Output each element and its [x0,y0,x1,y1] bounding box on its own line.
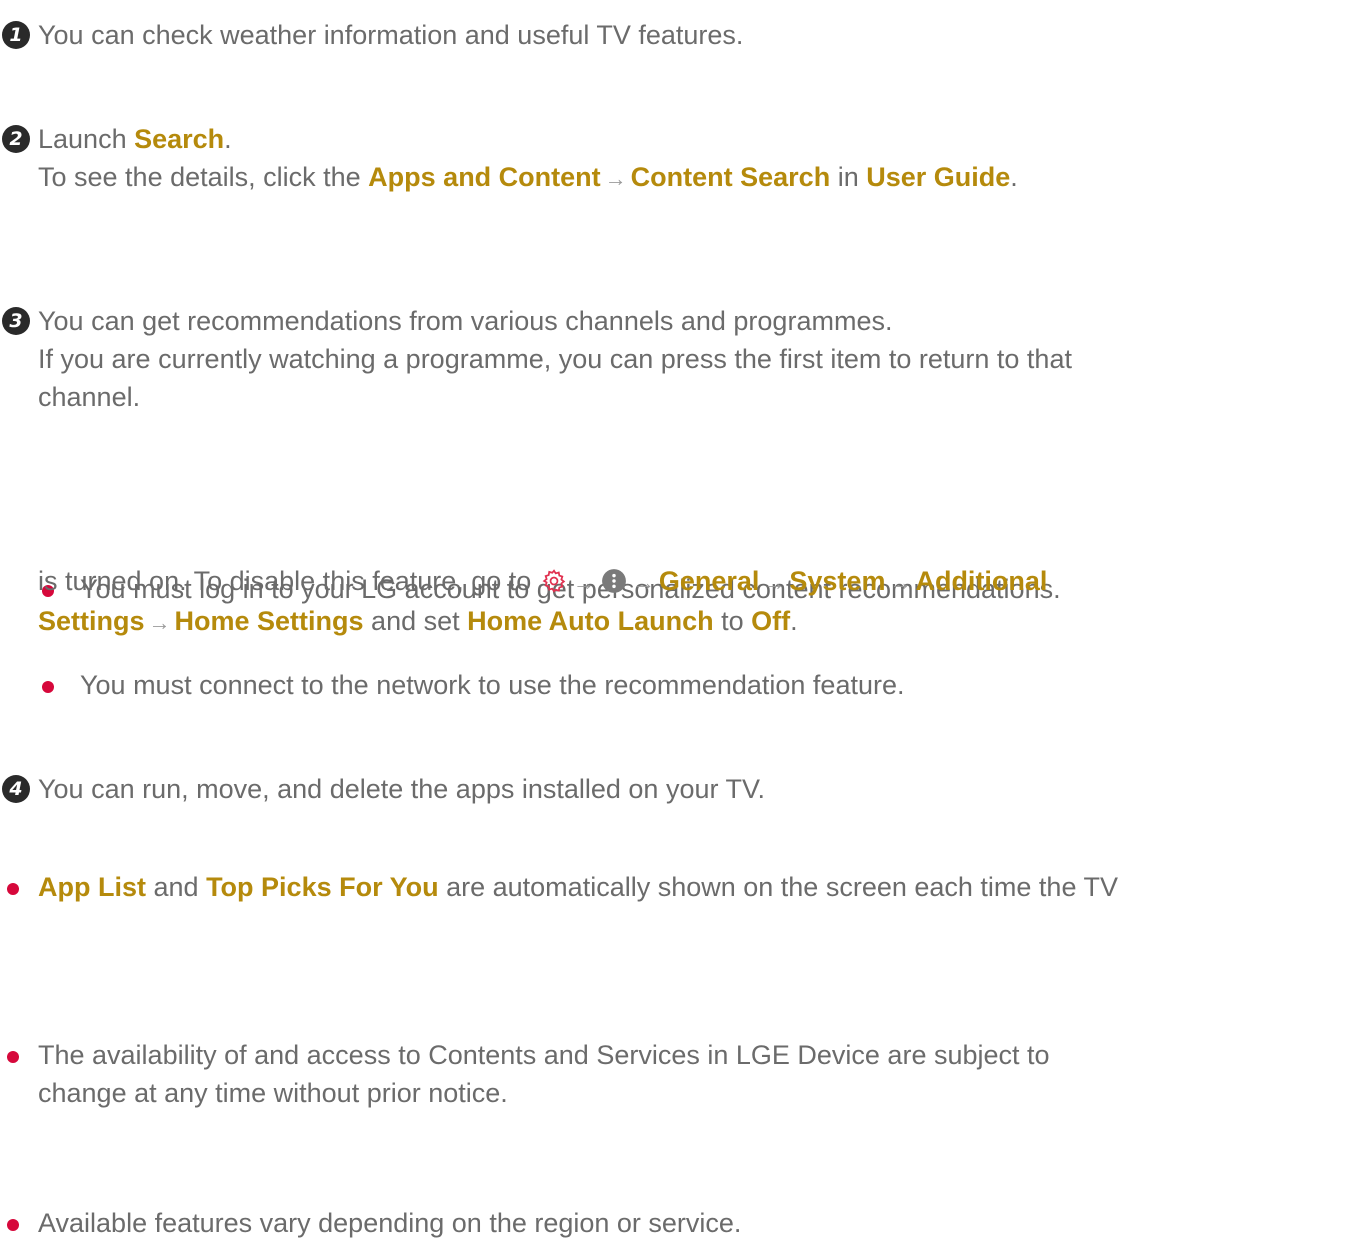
bullet-dot-icon [42,681,54,693]
settings-gear-icon [542,569,566,593]
note-3-text: Available features vary depending on the… [38,1208,742,1238]
more-dots-icon [601,569,626,593]
item-4: 4 You can run, move, and delete the apps… [0,770,1354,808]
note-1-line-2-wrap: is turned on. To disable this feature, g… [38,562,1354,642]
item-2: 2 Launch Search. To see the details, cli… [0,120,1354,198]
note-2-line-2: change at any time without prior notice. [38,1078,508,1108]
note-1: App List and Top Picks For You are autom… [0,868,1354,906]
settings-link[interactable]: Settings [38,606,145,636]
note-1-and: and [146,872,207,902]
user-guide-link[interactable]: User Guide [866,162,1010,192]
top-picks-link[interactable]: Top Picks For You [206,872,439,902]
number-badge-3-icon: 3 [2,307,30,335]
arrow-right-icon: → [763,570,786,595]
item-3-line-3: channel. [38,382,141,412]
item-2-line-1: Launch Search. [38,120,1354,158]
details-in: in [830,162,867,192]
bullet-dot-icon [7,1219,19,1231]
arrow-right-icon: → [572,570,595,595]
note-1-line-2-prefix: is turned on. To disable this feature, g… [38,566,539,596]
item-3-line-2: If you are currently watching a programm… [38,344,1072,374]
apps-and-content-link[interactable]: Apps and Content [368,162,600,192]
additional-link[interactable]: Additional [915,566,1047,596]
note-1-line-2: is turned on. To disable this feature, g… [38,562,1354,602]
arrow-right-icon: → [148,610,171,635]
number-badge-1-icon: 1 [2,21,30,49]
item-2-line-2: To see the details, click the Apps and C… [38,158,1354,198]
item-3-bullet-2-text: You must connect to the network to use t… [80,670,905,700]
note-3: Available features vary depending on the… [0,1204,1354,1242]
item-3-line-1: You can get recommendations from various… [38,306,893,336]
home-settings-link[interactable]: Home Settings [175,606,364,636]
note-1-line-3: Settings → Home Settings and set Home Auto… [38,602,1354,642]
item-3: 3 You can get recommendations from vario… [0,302,1354,416]
note-1-to: to [713,606,752,636]
content-search-link[interactable]: Content Search [631,162,831,192]
bullet-dot-icon [7,883,19,895]
arrow-right-icon: → [889,570,912,595]
note-1-and-set: and set [363,606,468,636]
note-1-period: . [790,606,798,636]
number-badge-2-icon: 2 [2,125,30,153]
number-badge-4-icon: 4 [2,775,30,803]
details-suffix: . [1010,162,1018,192]
launch-prefix: Launch [38,124,135,154]
user-guide-page: 1 You can check weather information and … [0,0,1354,1238]
arrow-right-icon: → [604,166,627,191]
note-2: The availability of and access to Conten… [0,1036,1354,1112]
system-link[interactable]: System [789,566,885,596]
item-3-bullet-2: You must connect to the network to use t… [0,666,1354,704]
app-list-link[interactable]: App List [38,872,146,902]
general-link[interactable]: General [659,566,760,596]
item-4-text: You can run, move, and delete the apps i… [38,774,766,804]
arrow-right-icon: → [632,570,655,595]
item-1: 1 You can check weather information and … [0,16,1354,54]
note-1-line-1: App List and Top Picks For You are autom… [38,868,1354,906]
launch-suffix: . [224,124,232,154]
bullet-dot-icon [7,1051,19,1063]
search-link[interactable]: Search [134,124,224,154]
off-link[interactable]: Off [751,606,790,636]
note-2-line-1: The availability of and access to Conten… [38,1040,1050,1070]
item-1-text: You can check weather information and us… [38,20,744,50]
home-auto-launch-link[interactable]: Home Auto Launch [467,606,714,636]
details-prefix: To see the details, click the [38,162,369,192]
note-1-rest: are automatically shown on the screen ea… [438,872,1118,902]
